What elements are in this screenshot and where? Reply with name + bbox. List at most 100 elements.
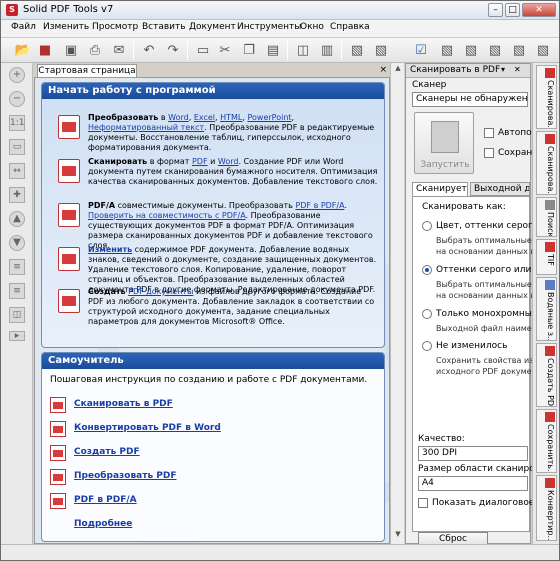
link-html[interactable]: HTML [220,113,242,122]
continuous-icon[interactable]: ≡ [9,283,25,299]
item-pdfa-t1: совместимые документы. Преобразовать [115,201,296,210]
undo-icon[interactable]: ↶ [139,40,159,60]
minimize-button[interactable]: – [488,3,503,17]
open-icon[interactable]: 📂 [13,40,33,60]
menu-document[interactable]: Документ [189,22,236,32]
link-plain-text[interactable]: Неформатированный текст [88,123,204,132]
option-unchanged-desc-1: Сохранить свойства изоб [436,356,544,365]
tutorial-intro: Пошаговая инструкция по созданию и работ… [50,375,368,385]
single-page-icon[interactable]: ≡ [9,259,25,275]
menu-view[interactable]: Просмотр [92,22,138,32]
export-7-icon[interactable]: ▧ [533,40,553,60]
option-mono-radio[interactable] [422,309,432,319]
vtab-save[interactable]: Сохранить... [536,409,557,473]
export-2-icon[interactable]: ▧ [371,40,391,60]
scan-panel-title: Сканировать в PDF [410,65,501,75]
scroll-up-icon[interactable]: ▲ [392,64,404,76]
link-pdf-to-pdfa[interactable]: PDF в PDF/A [295,201,344,210]
scan-pdf-icon [50,397,66,413]
link-check-pdfa[interactable]: Проверить на совместимость с PDF/A [88,211,246,220]
create-pdf-icon[interactable]: ■ [35,40,55,60]
tab-start-page[interactable]: Стартовая страница [37,64,137,77]
export-6-icon[interactable]: ▧ [509,40,529,60]
scan-panel-header: Сканировать в PDF ▾ ✕ [406,64,530,78]
zoom-out-icon[interactable]: − [9,91,25,107]
scroll-down-icon[interactable]: ▼ [392,530,404,542]
vtab-create-pdf-icon [545,346,555,356]
export-5-icon[interactable]: ▧ [485,40,505,60]
page-down-icon[interactable]: ▼ [9,235,25,251]
menu-tools[interactable]: Инструменты [237,22,301,32]
toolbar: 📂 ■ ▣ ⎙ ✉ ↶ ↷ ▭ ✂ ❐ ▤ ◫ ▥ ▧ ▧ ☑ ▧ ▧ ▧ ▧ … [1,37,559,63]
export-4-icon[interactable]: ▧ [461,40,481,60]
vtab-search[interactable]: Поиск [536,197,557,237]
collapse-icon[interactable]: ▸ [9,331,25,341]
save-icon[interactable]: ▣ [61,40,81,60]
maximize-button[interactable]: □ [505,3,520,17]
export-3-icon[interactable]: ▧ [437,40,457,60]
create-icon [58,289,80,313]
option-gray-radio[interactable] [422,265,432,275]
page-icon[interactable]: ▭ [193,40,213,60]
menu-edit[interactable]: Изменить [43,22,89,32]
vtab-convert-icon [545,478,555,488]
tab-scanning[interactable]: Сканируется [412,182,468,196]
vtab-watermarks[interactable]: Водяные з... [536,277,557,341]
scan-check-icon[interactable]: ☑ [411,40,431,60]
scanner-select[interactable]: Сканеры не обнаружены [412,92,528,107]
link-scan-pdf[interactable]: PDF [192,157,208,166]
print-icon[interactable]: ⎙ [85,40,105,60]
vtab-scan-word[interactable]: Сканирова... [536,131,557,195]
close-tab-icon[interactable]: × [379,65,387,75]
area-select[interactable]: A4 [418,476,528,491]
menu-insert[interactable]: Вставить [142,22,186,32]
link-excel[interactable]: Excel [194,113,215,122]
item-pdfa-lead: PDF/A [88,201,116,210]
menu-file[interactable]: Файл [11,22,36,32]
autofeed-checkbox[interactable] [484,128,494,138]
vtab-create-pdf[interactable]: Создать PDF [536,343,557,407]
link-powerpoint[interactable]: PowerPoint [247,113,291,122]
start-page-scrollbar[interactable]: ▲ ▼ [390,63,404,544]
email-icon[interactable]: ✉ [109,40,129,60]
quality-select[interactable]: 300 DPI [418,446,528,461]
panel-close-icon[interactable]: ✕ [514,65,521,74]
link-word[interactable]: Word [168,113,189,122]
export-1-icon[interactable]: ▧ [347,40,367,60]
vtab-tif-icon [545,242,555,252]
show-dialog-checkbox[interactable] [418,498,428,508]
two-pages-icon[interactable]: ◫ [293,40,313,60]
zoom-in-icon[interactable]: + [9,67,25,83]
paste-icon[interactable]: ▤ [263,40,283,60]
menu-help[interactable]: Справка [330,22,370,32]
save-checkbox[interactable] [484,148,494,158]
fit-width-icon[interactable]: ↔ [9,163,25,179]
link-scan-word[interactable]: Word [218,157,239,166]
layout-icon[interactable]: ▥ [317,40,337,60]
facing-icon[interactable]: ◫ [9,307,25,323]
fit-page-icon[interactable]: ▭ [9,139,25,155]
start-page: Начать работу с программой Преобразовать… [34,77,390,544]
option-color-radio[interactable] [422,221,432,231]
fit-visible-icon[interactable]: ✚ [9,187,25,203]
link-pdf-documents[interactable]: PDF документы [128,287,193,296]
option-mono-label: Только монохромный [436,309,538,319]
panel-pin-icon[interactable]: ▾ [501,65,505,74]
link-edit[interactable]: Изменить [88,245,132,254]
document-tab-bar: Стартовая страница × [33,63,391,77]
transform-pdf-icon [50,469,66,485]
page-up-icon[interactable]: ▲ [9,211,25,227]
redo-icon[interactable]: ↷ [163,40,183,60]
vtab-scan-pdf[interactable]: Сканирова... [536,65,557,129]
vtab-tif[interactable]: TIF [536,239,557,275]
vtab-convert[interactable]: Конвертир... [536,475,557,541]
actual-size-icon[interactable]: 1:1 [9,115,25,131]
tutorial-panel: Самоучитель Пошаговая инструкция по созд… [41,352,385,542]
menu-window[interactable]: Окно [300,22,324,32]
close-button[interactable]: ✕ [522,3,556,17]
option-unchanged-radio[interactable] [422,341,432,351]
copy-icon[interactable]: ❐ [239,40,259,60]
tab-output[interactable]: Выходной доку [470,182,530,196]
cut-icon[interactable]: ✂ [215,40,235,60]
start-scan-button[interactable]: Запустить [414,112,474,174]
